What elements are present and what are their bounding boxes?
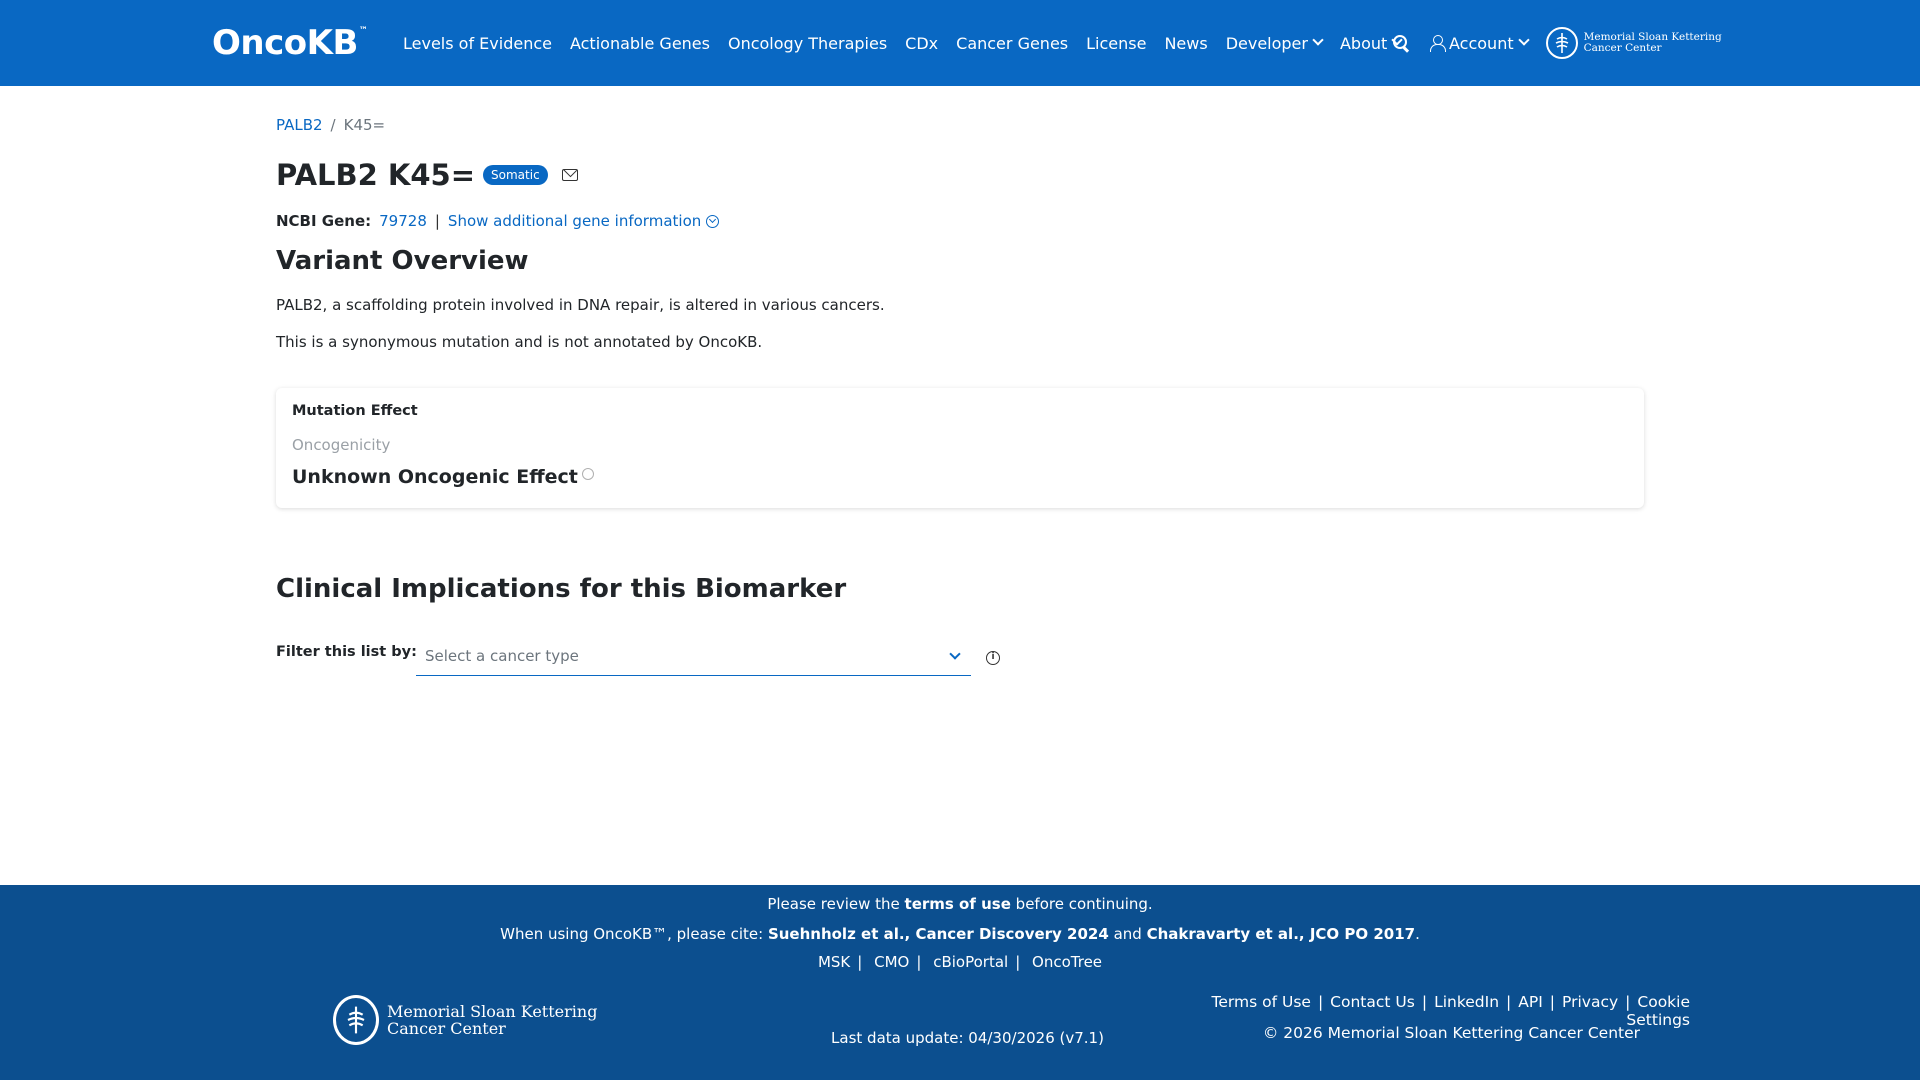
- msk-header-logo[interactable]: Memorial Sloan Kettering Cancer Center: [1545, 27, 1722, 59]
- footer-link-cmo[interactable]: CMO: [874, 953, 909, 971]
- msk-header-text: Memorial Sloan Kettering Cancer Center: [1583, 31, 1722, 54]
- footer-terms-notice: Please review the terms of use before co…: [767, 895, 1153, 913]
- chevron-down-icon: [949, 648, 961, 660]
- chevron-down-icon: [1312, 34, 1324, 46]
- show-gene-info-toggle[interactable]: Show additional gene information: [448, 212, 720, 230]
- clinical-implications-heading: Clinical Implications for this Biomarker: [276, 574, 847, 604]
- footer-contact-us[interactable]: Contact Us: [1330, 993, 1415, 1011]
- footer-partner-links: MSK | CMO | cBioPortal | OncoTree: [817, 953, 1103, 971]
- nav-cdx[interactable]: CDx: [905, 34, 938, 53]
- citation-link-2[interactable]: Chakravarty et al., JCO PO 2017: [1147, 925, 1416, 943]
- account-dropdown[interactable]: Account: [1430, 33, 1530, 53]
- footer: Please review the terms of use before co…: [0, 885, 1920, 1080]
- footer-link-oncotree[interactable]: OncoTree: [1032, 953, 1102, 971]
- logo-text: OncoKB: [212, 23, 358, 63]
- variant-summary-text: This is a synonymous mutation and is not…: [276, 333, 763, 351]
- nav-levels-of-evidence[interactable]: Levels of Evidence: [403, 34, 552, 53]
- main-nav: Levels of Evidence Actionable Genes Onco…: [403, 0, 1419, 86]
- footer-link-cbioportal[interactable]: cBioPortal: [933, 953, 1008, 971]
- nav-cancer-genes[interactable]: Cancer Genes: [956, 34, 1068, 53]
- gene-summary-text: PALB2, a scaffolding protein involved in…: [276, 296, 885, 314]
- footer-link-msk[interactable]: MSK: [818, 953, 850, 971]
- oncogenicity-label: Oncogenicity: [292, 436, 391, 454]
- msk-footer-text: Memorial Sloan Kettering Cancer Center: [387, 1002, 598, 1038]
- ncbi-gene-row: NCBI Gene: 79728 | Show additional gene …: [276, 212, 720, 230]
- divider: |: [434, 212, 440, 230]
- breadcrumb-separator: /: [330, 116, 336, 134]
- nav-right: Account Memorial Sloan Kettering Cancer …: [1392, 0, 1722, 86]
- footer-terms-link[interactable]: terms of use: [905, 895, 1011, 913]
- footer-copyright: © 2026 Memorial Sloan Kettering Cancer C…: [1262, 1024, 1640, 1042]
- title-row: PALB2 K45= Somatic: [276, 158, 578, 192]
- ncbi-gene-link[interactable]: 79728: [379, 212, 427, 230]
- nav-license[interactable]: License: [1086, 34, 1146, 53]
- oncokb-logo[interactable]: OncoKB ™: [212, 23, 368, 63]
- footer-api[interactable]: API: [1518, 993, 1543, 1011]
- last-data-update: Last data update: 04/30/2026 (v7.1): [831, 1029, 1104, 1047]
- search-icon[interactable]: [1392, 34, 1410, 52]
- footer-terms-of-use[interactable]: Terms of Use: [1212, 993, 1311, 1011]
- oncogenicity-value: Unknown Oncogenic Effect: [292, 466, 594, 488]
- footer-privacy[interactable]: Privacy: [1562, 993, 1618, 1011]
- variant-overview-heading: Variant Overview: [276, 246, 529, 276]
- account-label: Account: [1449, 33, 1514, 53]
- nav-developer-dropdown[interactable]: Developer: [1226, 34, 1324, 53]
- chevron-circle-down-icon: [706, 214, 720, 228]
- somatic-badge: Somatic: [483, 165, 548, 185]
- top-navbar: OncoKB ™ Levels of Evidence Actionable Ge…: [0, 0, 1920, 86]
- mail-icon[interactable]: [561, 169, 578, 181]
- cancer-type-select[interactable]: Select a cancer type: [416, 638, 971, 676]
- ncbi-gene-label: NCBI Gene:: [276, 212, 372, 230]
- breadcrumb-gene-link[interactable]: PALB2: [276, 116, 323, 134]
- logo-trademark: ™: [358, 26, 368, 36]
- oncogenicity-circle-icon: [581, 468, 594, 480]
- mutation-effect-title: Mutation Effect: [292, 403, 418, 419]
- page-title: PALB2 K45=: [276, 158, 476, 192]
- footer-citation: When using OncoKB™, please cite: Suehnho…: [500, 925, 1420, 943]
- footer-linkedin[interactable]: LinkedIn: [1434, 993, 1499, 1011]
- nav-actionable-genes[interactable]: Actionable Genes: [570, 34, 710, 53]
- breadcrumb: PALB2 / K45=: [276, 116, 385, 134]
- msk-footer-logo[interactable]: Memorial Sloan Kettering Cancer Center: [333, 995, 597, 1045]
- msk-emblem-icon: [1545, 27, 1578, 59]
- user-icon: [1430, 35, 1446, 52]
- info-icon[interactable]: i: [986, 651, 1000, 665]
- chevron-down-icon: [1514, 34, 1530, 47]
- nav-oncology-therapies[interactable]: Oncology Therapies: [728, 34, 887, 53]
- citation-link-1[interactable]: Suehnholz et al., Cancer Discovery 2024: [768, 925, 1109, 943]
- nav-news[interactable]: News: [1164, 34, 1207, 53]
- filter-label: Filter this list by:: [276, 644, 417, 660]
- breadcrumb-variant: K45=: [343, 116, 386, 134]
- mutation-effect-card: Mutation Effect Oncogenicity Unknown Onc…: [276, 388, 1644, 508]
- select-placeholder: Select a cancer type: [425, 647, 579, 665]
- msk-emblem-icon: [333, 995, 379, 1045]
